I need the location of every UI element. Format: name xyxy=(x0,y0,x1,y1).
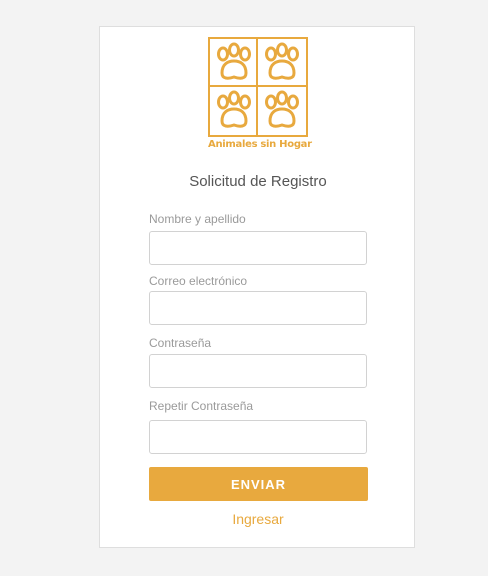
repeat-password-label: Repetir Contraseña xyxy=(149,399,254,413)
paw-icon xyxy=(258,87,306,135)
registration-card: Animales sin Hogar Solicitud de Registro… xyxy=(99,26,415,548)
submit-button[interactable]: ENVIAR xyxy=(149,467,368,501)
repeat-password-field[interactable] xyxy=(149,420,367,454)
brand-logo: Animales sin Hogar xyxy=(208,37,312,157)
name-field[interactable] xyxy=(149,231,367,265)
paw-icon xyxy=(210,87,258,135)
email-field[interactable] xyxy=(149,291,367,325)
page-title: Solicitud de Registro xyxy=(189,173,327,190)
paw-icon xyxy=(258,39,306,87)
name-label: Nombre y apellido xyxy=(149,212,246,226)
paw-icon xyxy=(210,39,258,87)
logo-text: Animales sin Hogar xyxy=(208,139,312,150)
password-field[interactable] xyxy=(149,354,367,388)
login-link[interactable]: Ingresar xyxy=(100,511,416,527)
logo-paw-grid xyxy=(208,37,308,137)
password-label: Contraseña xyxy=(149,336,212,350)
email-label: Correo electrónico xyxy=(149,274,248,288)
